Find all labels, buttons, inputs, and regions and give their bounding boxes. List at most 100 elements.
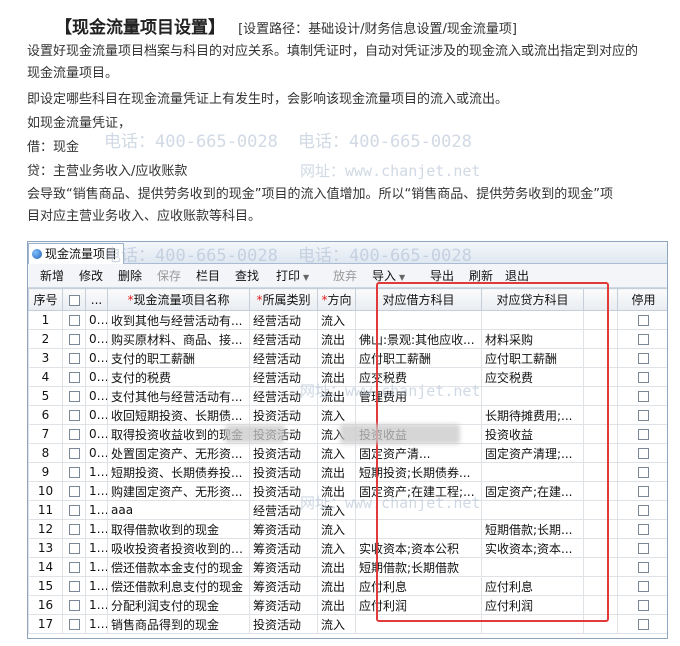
row-seq[interactable]: 12 (28, 519, 63, 539)
row-name[interactable]: 偿还借款利息支付的现金 (107, 576, 250, 596)
row-checkbox[interactable] (62, 386, 86, 406)
row-debit-account[interactable]: 应交税费 (355, 367, 482, 387)
row-checkbox[interactable] (62, 405, 86, 425)
import-button[interactable]: 导入 ▼ (372, 264, 430, 288)
row-category[interactable]: 投资活动 (249, 462, 318, 482)
row-direction[interactable]: 流出 (317, 348, 356, 368)
table-row[interactable]: 15 15 偿还借款利息支付的现金 筹资活动 流出 应付利息 应付利息 (28, 576, 667, 596)
row-code[interactable]: 07 (85, 405, 108, 425)
row-disabled-checkbox[interactable] (617, 614, 667, 634)
row-category[interactable]: 经营活动 (249, 367, 318, 387)
row-credit-account[interactable] (481, 614, 584, 634)
row-spacer[interactable] (583, 519, 618, 539)
disabled-checkbox[interactable] (638, 353, 649, 364)
row-spacer[interactable] (583, 614, 618, 634)
table-row[interactable]: 14 14 偿还借款本金支付的现金 筹资活动 流出 短期借款;长期借款 (28, 557, 667, 577)
row-seq[interactable]: 4 (28, 367, 63, 387)
disabled-checkbox[interactable] (638, 315, 649, 326)
row-credit-account[interactable]: 固定资产清理;... (481, 443, 584, 463)
row-direction[interactable]: 流出 (317, 386, 356, 406)
row-credit-account[interactable] (481, 386, 584, 406)
table-row[interactable]: 12 12 取得借款收到的现金 筹资活动 流入 短期借款;长期... (28, 519, 667, 539)
row-seq[interactable]: 10 (28, 481, 63, 501)
row-seq[interactable]: 17 (28, 614, 63, 634)
row-credit-account[interactable]: 应交税费 (481, 367, 584, 387)
col-seq[interactable]: 序号 (28, 288, 63, 311)
row-debit-account[interactable] (355, 614, 482, 634)
row-name[interactable]: 销售商品得到的现金 (107, 614, 250, 634)
row-select-checkbox[interactable] (68, 353, 80, 364)
row-checkbox[interactable] (62, 481, 86, 501)
row-category[interactable]: 经营活动 (249, 500, 318, 520)
row-credit-account[interactable] (481, 557, 584, 577)
row-category[interactable]: 经营活动 (249, 329, 318, 349)
row-seq[interactable]: 2 (28, 329, 63, 349)
row-credit-account[interactable]: 固定资产;在建... (481, 481, 584, 501)
disabled-checkbox[interactable] (638, 334, 649, 345)
disabled-checkbox[interactable] (638, 524, 649, 535)
row-code[interactable]: 14 (85, 557, 108, 577)
row-code[interactable]: 13 (85, 538, 108, 558)
row-debit-account[interactable]: 短期借款;长期借款 (355, 557, 482, 577)
row-select-checkbox[interactable] (68, 600, 80, 611)
row-code[interactable]: 04 (85, 348, 108, 368)
row-name[interactable]: 分配利润支付的现金 (107, 595, 250, 615)
row-select-checkbox[interactable] (68, 543, 80, 554)
export-button[interactable]: 导出 (430, 264, 469, 288)
row-checkbox[interactable] (62, 614, 86, 634)
new-button[interactable]: 新增 (40, 264, 79, 288)
row-code[interactable]: 10 (85, 462, 108, 482)
row-code[interactable]: 08 (85, 424, 108, 444)
row-name[interactable]: 购买原材料、商品、接... (107, 329, 250, 349)
row-code[interactable]: 17 (85, 614, 108, 634)
table-row[interactable]: 8 09 处置固定资产、无形资... 投资活动 流入 固定资产清... 固定资产清理;... (28, 443, 667, 463)
row-select-checkbox[interactable] (68, 562, 80, 573)
row-name[interactable]: 取得借款收到的现金 (107, 519, 250, 539)
row-credit-account[interactable]: 应付利息 (481, 576, 584, 596)
row-code[interactable]: 12 (85, 519, 108, 539)
disabled-checkbox[interactable] (638, 448, 649, 459)
row-code[interactable]: 03 (85, 329, 108, 349)
disabled-checkbox[interactable] (638, 619, 649, 630)
row-category[interactable]: 经营活动 (249, 386, 318, 406)
row-name[interactable]: 收回短期投资、长期债... (107, 405, 250, 425)
columns-button[interactable]: 栏目 (196, 264, 235, 288)
row-code[interactable]: 05 (85, 367, 108, 387)
row-spacer[interactable] (583, 595, 618, 615)
row-direction[interactable]: 流入 (317, 443, 356, 463)
row-direction[interactable]: 流入 (317, 538, 356, 558)
row-category[interactable]: 筹资活动 (249, 576, 318, 596)
row-credit-account[interactable]: 短期借款;长期... (481, 519, 584, 539)
row-direction[interactable]: 流入 (317, 519, 356, 539)
row-disabled-checkbox[interactable] (617, 462, 667, 482)
row-checkbox[interactable] (62, 519, 86, 539)
row-spacer[interactable] (583, 481, 618, 501)
row-category[interactable]: 经营活动 (249, 310, 318, 330)
table-row[interactable]: 9 10 短期投资、长期债券投... 投资活动 流出 短期投资;长期债券... (28, 462, 667, 482)
row-select-checkbox[interactable] (68, 448, 80, 459)
row-spacer[interactable] (583, 576, 618, 596)
row-direction[interactable]: 流入 (317, 614, 356, 634)
col-code[interactable]: ... (85, 288, 108, 311)
disabled-checkbox[interactable] (638, 391, 649, 402)
row-debit-account[interactable] (355, 310, 482, 330)
row-disabled-checkbox[interactable] (617, 329, 667, 349)
row-select-checkbox[interactable] (68, 486, 80, 497)
print-button[interactable]: 打印 ▼ (276, 264, 333, 288)
table-row[interactable]: 3 04 支付的职工薪酬 经营活动 流出 应付职工薪酬 应付职工薪酬 (28, 348, 667, 368)
row-select-checkbox[interactable] (68, 410, 80, 421)
table-row[interactable]: 5 06 支付其他与经营活动有... 经营活动 流出 管理费用 (28, 386, 667, 406)
row-seq[interactable]: 16 (28, 595, 63, 615)
row-disabled-checkbox[interactable] (617, 576, 667, 596)
row-seq[interactable]: 5 (28, 386, 63, 406)
row-category[interactable]: 筹资活动 (249, 538, 318, 558)
row-name[interactable]: 支付的职工薪酬 (107, 348, 250, 368)
row-credit-account[interactable]: 材料采购 (481, 329, 584, 349)
row-category[interactable]: 筹资活动 (249, 519, 318, 539)
row-spacer[interactable] (583, 424, 618, 444)
row-seq[interactable]: 7 (28, 424, 63, 444)
row-direction[interactable]: 流入 (317, 405, 356, 425)
row-disabled-checkbox[interactable] (617, 424, 667, 444)
delete-button[interactable]: 删除 (118, 264, 157, 288)
row-code[interactable]: 111 (85, 500, 108, 520)
